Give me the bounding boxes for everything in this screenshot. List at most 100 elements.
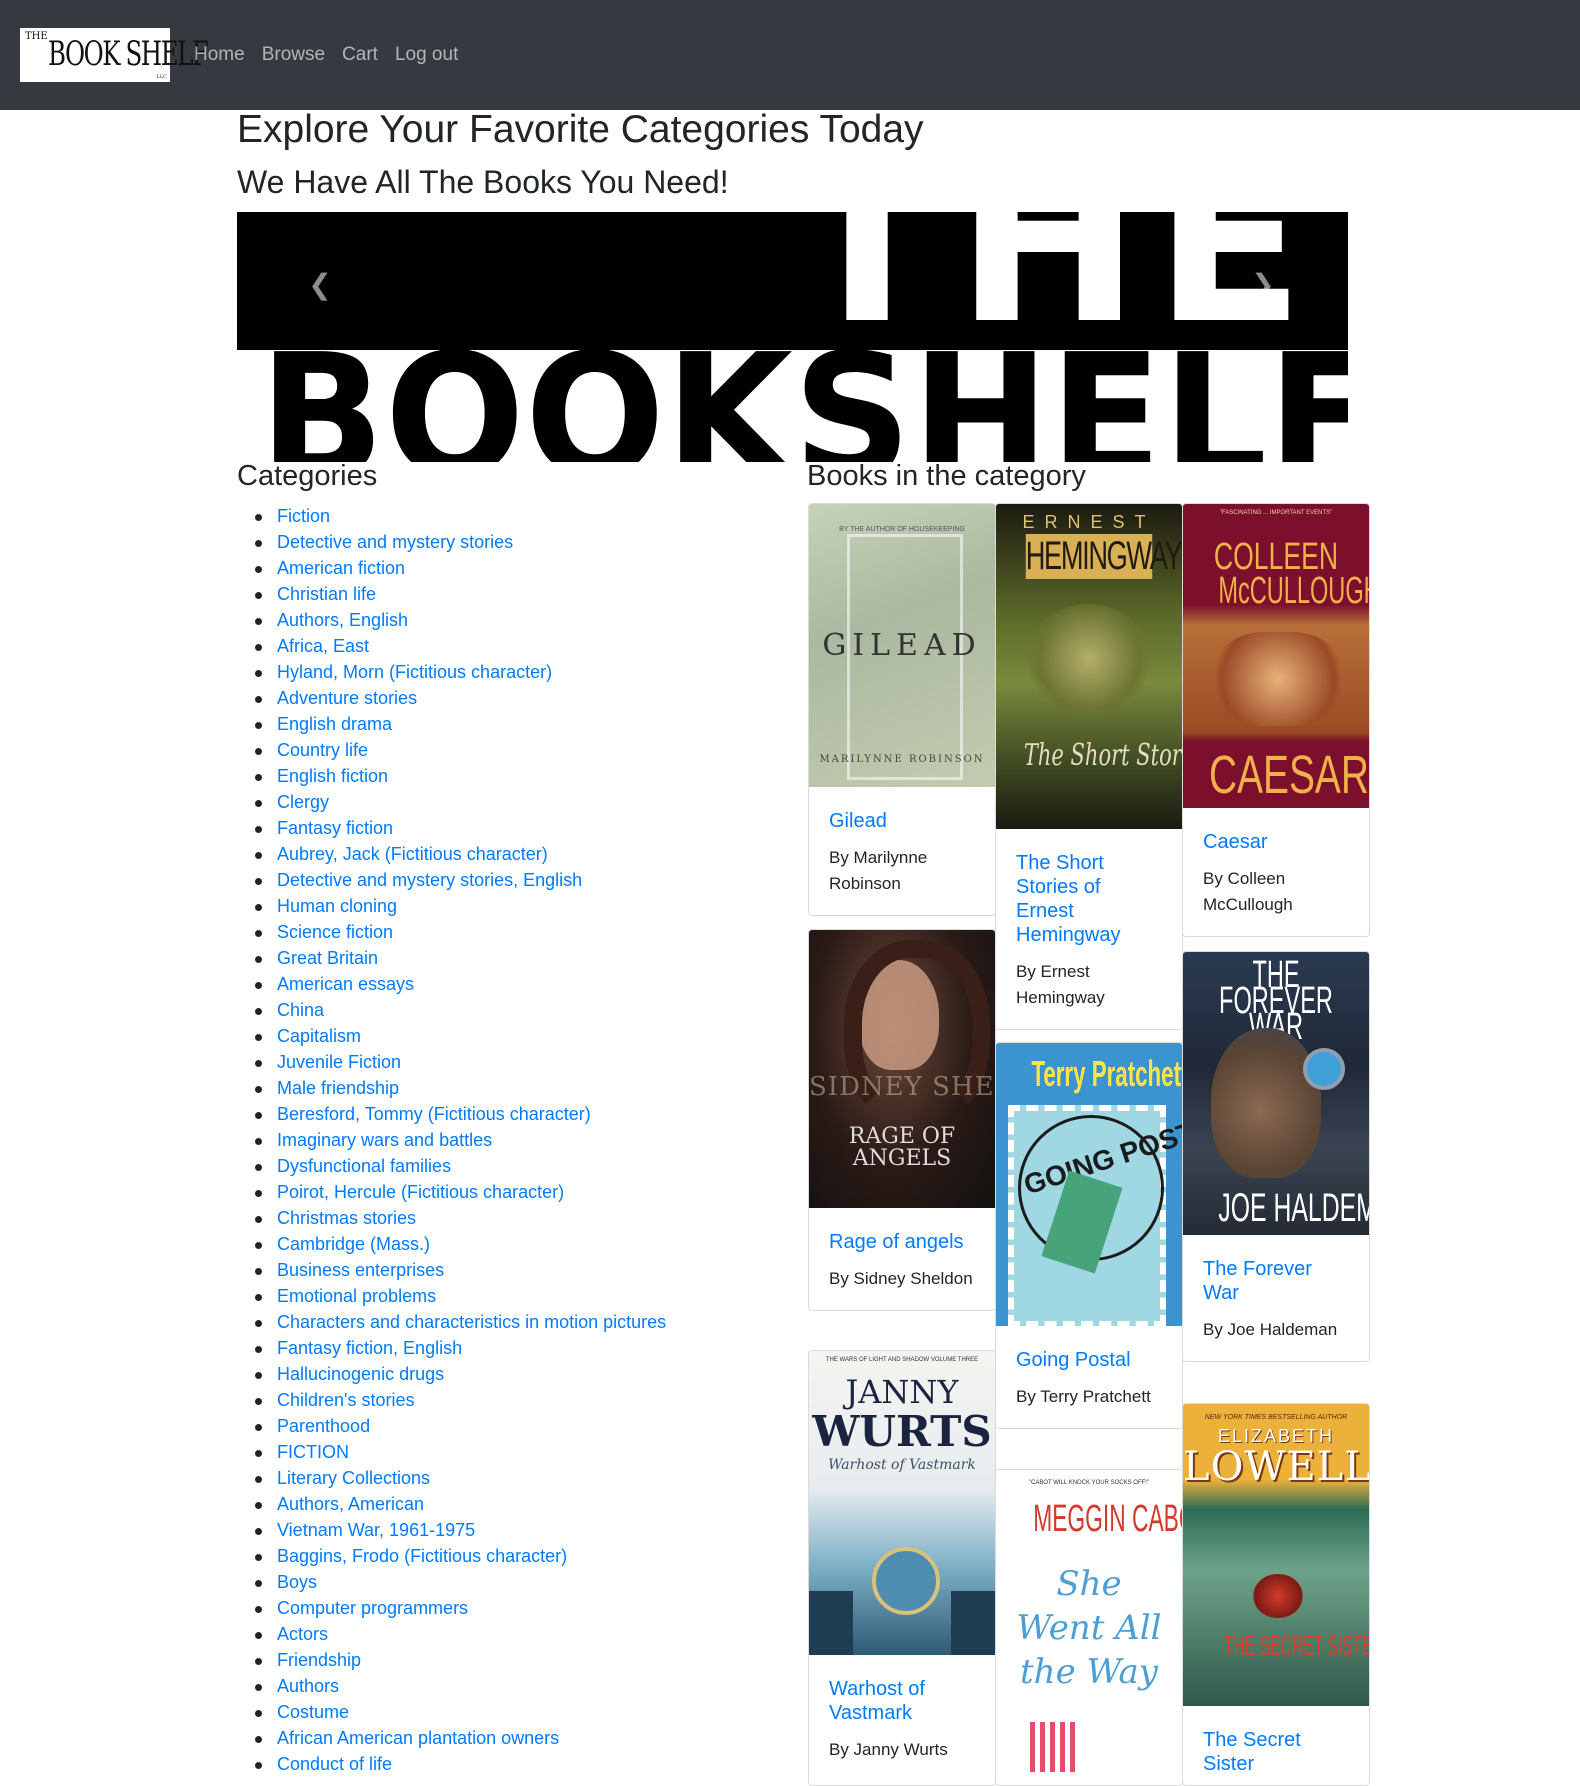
category-link[interactable]: Emotional problems xyxy=(277,1286,436,1306)
category-link[interactable]: Friendship xyxy=(277,1650,361,1670)
book-author: By Janny Wurts xyxy=(829,1740,948,1759)
category-item: English fiction xyxy=(254,763,666,789)
category-link[interactable]: Poirot, Hercule (Fictitious character) xyxy=(277,1182,564,1202)
category-link[interactable]: Christmas stories xyxy=(277,1208,416,1228)
nav-logout-link[interactable]: Log out xyxy=(395,44,458,66)
category-link[interactable]: Fantasy fiction, English xyxy=(277,1338,462,1358)
book-title-link[interactable]: Warhost of Vastmark xyxy=(829,1677,975,1725)
book-cover[interactable]: Terry Pratchett GOING POSTAL xyxy=(996,1043,1182,1326)
category-link[interactable]: Great Britain xyxy=(277,948,378,968)
category-link[interactable]: Hallucinogenic drugs xyxy=(277,1364,444,1384)
book-card[interactable]: THE FOREVER WAR JOE HALDEMAN The Forever… xyxy=(1182,951,1370,1362)
category-link[interactable]: Detective and mystery stories, English xyxy=(277,870,582,890)
book-cover[interactable]: "FASCINATING ... IMPORTANT EVENTS" COLLE… xyxy=(1183,504,1369,808)
category-link[interactable]: Male friendship xyxy=(277,1078,399,1098)
category-link[interactable]: Clergy xyxy=(277,792,329,812)
category-link[interactable]: Science fiction xyxy=(277,922,393,942)
book-card[interactable]: THE WARS OF LIGHT AND SHADOW VOLUME THRE… xyxy=(808,1350,996,1786)
category-link[interactable]: Capitalism xyxy=(277,1026,361,1046)
book-cover[interactable]: BY THE AUTHOR OF HOUSEKEEPING GILEAD MAR… xyxy=(809,504,995,787)
category-item: Detective and mystery stories, English xyxy=(254,867,666,893)
chevron-left-icon[interactable]: ❮ xyxy=(305,270,335,300)
book-card[interactable]: Terry Pratchett GOING POSTAL Going Posta… xyxy=(995,1042,1183,1429)
category-link[interactable]: Detective and mystery stories xyxy=(277,532,513,552)
chevron-right-icon[interactable]: ❯ xyxy=(1248,270,1278,300)
category-item: Actors xyxy=(254,1621,666,1647)
category-link[interactable]: Beresford, Tommy (Fictitious character) xyxy=(277,1104,591,1124)
category-link[interactable]: Vietnam War, 1961-1975 xyxy=(277,1520,475,1540)
category-link[interactable]: English drama xyxy=(277,714,392,734)
book-cover[interactable]: "CABOT WILL KNOCK YOUR SOCKS OFF!" MEGGI… xyxy=(996,1470,1182,1785)
category-link[interactable]: Hyland, Morn (Fictitious character) xyxy=(277,662,552,682)
category-item: Parenthood xyxy=(254,1413,666,1439)
book-cover[interactable]: SIDNEY SHELDON RAGE OF ANGELS xyxy=(809,930,995,1208)
book-title-link[interactable]: Going Postal xyxy=(1016,1348,1162,1372)
book-cover[interactable]: THE WARS OF LIGHT AND SHADOW VOLUME THRE… xyxy=(809,1351,995,1655)
category-link[interactable]: Fantasy fiction xyxy=(277,818,393,838)
category-link[interactable]: Parenthood xyxy=(277,1416,370,1436)
category-link[interactable]: Boys xyxy=(277,1572,317,1592)
category-link[interactable]: Imaginary wars and battles xyxy=(277,1130,492,1150)
category-item: Fiction xyxy=(254,503,666,529)
category-link[interactable]: Country life xyxy=(277,740,368,760)
book-card[interactable]: ERNEST HEMINGWAY The Short Stories The S… xyxy=(995,503,1183,1030)
book-author: By Sidney Sheldon xyxy=(829,1269,973,1288)
category-link[interactable]: Aubrey, Jack (Fictitious character) xyxy=(277,844,548,864)
category-item: Conduct of life xyxy=(254,1751,666,1777)
book-title-link[interactable]: Gilead xyxy=(829,809,975,833)
category-link[interactable]: Authors xyxy=(277,1676,339,1696)
book-card[interactable]: "FASCINATING ... IMPORTANT EVENTS" COLLE… xyxy=(1182,503,1370,937)
category-link[interactable]: American fiction xyxy=(277,558,405,578)
book-card[interactable]: "CABOT WILL KNOCK YOUR SOCKS OFF!" MEGGI… xyxy=(995,1469,1183,1786)
category-link[interactable]: Human cloning xyxy=(277,896,397,916)
category-link[interactable]: Conduct of life xyxy=(277,1754,392,1774)
book-title-link[interactable]: Caesar xyxy=(1203,830,1349,854)
category-item: Authors, English xyxy=(254,607,666,633)
category-link[interactable]: Cambridge (Mass.) xyxy=(277,1234,430,1254)
category-link[interactable]: Juvenile Fiction xyxy=(277,1052,401,1072)
book-card[interactable]: SIDNEY SHELDON RAGE OF ANGELS Rage of an… xyxy=(808,929,996,1311)
category-item: Juvenile Fiction xyxy=(254,1049,666,1075)
category-item: Capitalism xyxy=(254,1023,666,1049)
category-link[interactable]: Costume xyxy=(277,1702,349,1722)
book-cover[interactable]: NEW YORK TIMES BESTSELLING AUTHOR ELIZAB… xyxy=(1183,1404,1369,1706)
book-author: By Marilynne Robinson xyxy=(829,848,928,893)
nav-browse-link[interactable]: Browse xyxy=(262,44,325,66)
book-title-link[interactable]: The Secret Sister xyxy=(1203,1728,1349,1776)
category-link[interactable]: Baggins, Frodo (Fictitious character) xyxy=(277,1546,567,1566)
book-card[interactable]: BY THE AUTHOR OF HOUSEKEEPING GILEAD MAR… xyxy=(808,503,996,916)
category-link[interactable]: Actors xyxy=(277,1624,328,1644)
category-link[interactable]: Business enterprises xyxy=(277,1260,444,1280)
brand-text: BOOK SHELF xyxy=(48,34,209,74)
category-link[interactable]: Authors, American xyxy=(277,1494,424,1514)
book-title-link[interactable]: The Forever War xyxy=(1203,1257,1349,1305)
category-link[interactable]: China xyxy=(277,1000,324,1020)
nav-cart-link[interactable]: Cart xyxy=(342,44,378,66)
hero-carousel: THE BOOKSHELF xyxy=(237,212,1348,462)
category-link[interactable]: English fiction xyxy=(277,766,388,786)
category-link[interactable]: American essays xyxy=(277,974,414,994)
category-link[interactable]: Computer programmers xyxy=(277,1598,468,1618)
category-link[interactable]: Africa, East xyxy=(277,636,369,656)
category-link[interactable]: Literary Collections xyxy=(277,1468,430,1488)
category-link[interactable]: Characters and characteristics in motion… xyxy=(277,1312,666,1332)
category-link[interactable]: Children's stories xyxy=(277,1390,415,1410)
category-item: Baggins, Frodo (Fictitious character) xyxy=(254,1543,666,1569)
category-item: Christmas stories xyxy=(254,1205,666,1231)
category-link[interactable]: Authors, English xyxy=(277,610,408,630)
book-cover[interactable]: THE FOREVER WAR JOE HALDEMAN xyxy=(1183,952,1369,1235)
category-link[interactable]: African American plantation owners xyxy=(277,1728,559,1748)
book-cover[interactable]: ERNEST HEMINGWAY The Short Stories xyxy=(996,504,1182,829)
book-title-link[interactable]: The Short Stories of Ernest Hemingway xyxy=(1016,851,1162,947)
book-card[interactable]: NEW YORK TIMES BESTSELLING AUTHOR ELIZAB… xyxy=(1182,1403,1370,1786)
category-item: American essays xyxy=(254,971,666,997)
category-link[interactable]: Fiction xyxy=(277,506,330,526)
book-title-link[interactable]: Rage of angels xyxy=(829,1230,975,1254)
category-item: Detective and mystery stories xyxy=(254,529,666,555)
category-link[interactable]: Adventure stories xyxy=(277,688,417,708)
category-link[interactable]: FICTION xyxy=(277,1442,349,1462)
brand-logo[interactable]: THE BOOK SHELF LLC xyxy=(20,28,209,82)
nav-home-link[interactable]: Home xyxy=(194,44,245,66)
category-link[interactable]: Dysfunctional families xyxy=(277,1156,451,1176)
category-link[interactable]: Christian life xyxy=(277,584,376,604)
